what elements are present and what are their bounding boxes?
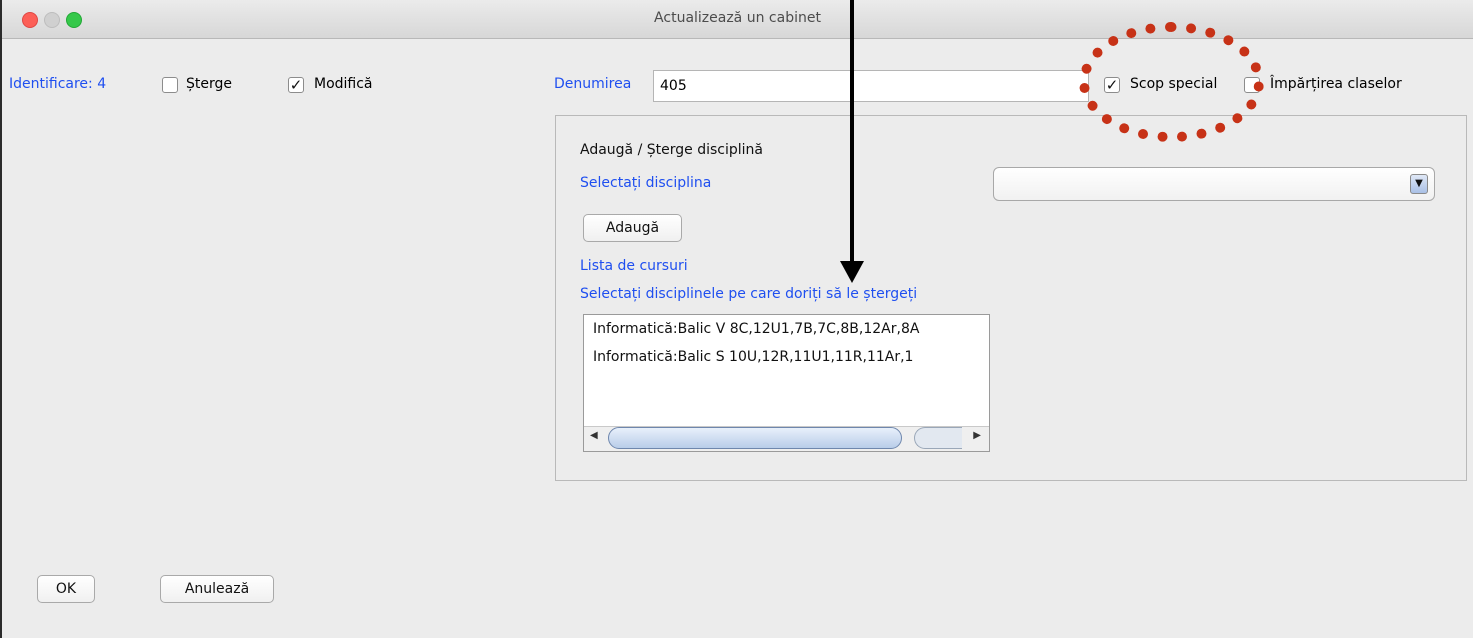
annotation-dotted-ellipse [1079,22,1264,142]
annotation-arrow-head-icon [840,261,864,283]
modify-checkbox-label: Modifică [314,76,373,92]
delete-checkbox-label: Șterge [186,76,232,92]
name-input[interactable]: 405 [653,70,1089,102]
scrollbar-track[interactable] [914,427,962,449]
delete-hint-label: Selectați disciplinele pe care doriți să… [580,286,918,302]
modify-checkbox[interactable]: ✓ [288,77,304,93]
delete-checkbox[interactable] [162,77,178,93]
courses-list[interactable]: Informatică:Balic V 8C,12U1,7B,7C,8B,12A… [583,314,990,452]
horizontal-scrollbar[interactable]: ◀ ▶ [584,426,989,451]
annotation-arrow-line [850,0,854,263]
split-classes-label: Împărțirea claselor [1270,76,1402,92]
ok-button[interactable]: OK [37,575,95,603]
scroll-left-icon[interactable]: ◀ [590,430,598,441]
title-bar: Actualizează un cabinet [2,0,1473,39]
add-button[interactable]: Adaugă [583,214,682,242]
name-label: Denumirea [554,76,632,92]
cancel-button[interactable]: Anulează [160,575,274,603]
list-item[interactable]: Informatică:Balic S 10U,12R,11U1,11R,11A… [593,349,913,365]
panel-heading: Adaugă / Șterge disciplină [580,142,763,158]
identification-label: Identificare: 4 [9,76,107,92]
select-discipline-label: Selectați disciplina [580,175,712,191]
list-item[interactable]: Informatică:Balic V 8C,12U1,7B,7C,8B,12A… [593,321,919,337]
dropdown-arrow-icon[interactable]: ▼ [1410,174,1428,194]
scrollbar-thumb[interactable] [608,427,902,449]
update-cabinet-window: Actualizează un cabinet Identificare: 4 … [0,0,1473,638]
discipline-dropdown[interactable]: ▼ [993,167,1435,201]
scroll-right-icon[interactable]: ▶ [973,430,981,441]
courses-list-label: Lista de cursuri [580,258,688,274]
window-title: Actualizează un cabinet [654,10,821,26]
